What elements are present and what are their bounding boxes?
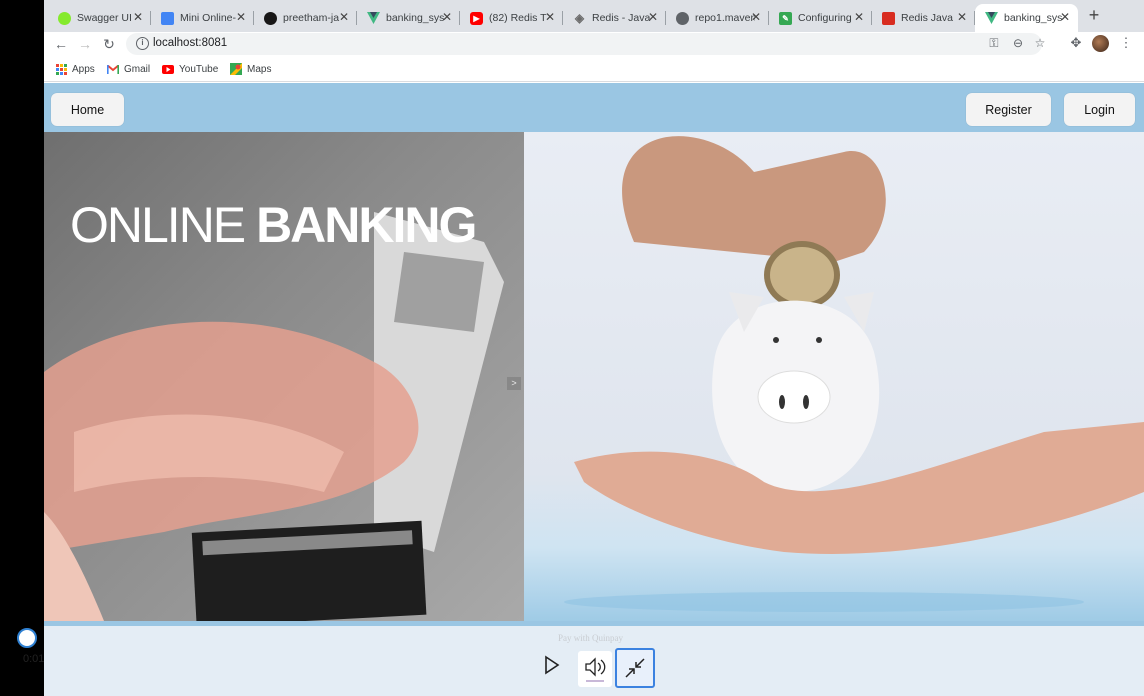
apps-grid-icon (55, 63, 67, 75)
tab-redis-java[interactable]: ◈ Redis - Java ✕ (563, 4, 666, 32)
close-icon[interactable]: ✕ (646, 10, 660, 24)
bookmark-label: YouTube (179, 63, 219, 75)
exit-fullscreen-button[interactable] (615, 648, 655, 688)
zoom-icon[interactable]: ⊖ (1010, 36, 1026, 50)
hero-piggy-bank-image (524, 132, 1144, 621)
youtube-icon: ▶ (470, 11, 483, 25)
bookmark-apps[interactable]: Apps (55, 63, 95, 75)
tab-mini-online[interactable]: Mini Online- ✕ (151, 4, 254, 32)
tab-github[interactable]: preetham-ja ✕ (254, 4, 357, 32)
timecode: 0:01 (23, 653, 45, 665)
speaker-icon (585, 657, 606, 682)
tab-banking-sys[interactable]: banking_sys ✕ (357, 4, 460, 32)
back-icon[interactable]: ← (52, 35, 70, 53)
info-icon[interactable]: i (136, 37, 149, 50)
docs-icon (161, 11, 174, 25)
tab-title: Configuring (798, 12, 852, 24)
tab-title: Swagger UI (77, 12, 132, 24)
tab-title: Redis - Java (592, 12, 651, 24)
reload-icon[interactable]: ↻ (100, 35, 118, 53)
tab-title: banking_sys (1004, 12, 1063, 24)
address-bar[interactable]: i localhost:8081 ⚿ ⊖ ☆ (126, 33, 1045, 55)
hero-title-thin: ONLINE (70, 197, 257, 253)
progress-scrubber[interactable] (17, 628, 37, 648)
diamond-icon: ◈ (574, 11, 585, 25)
tab-title: Redis Java (901, 12, 953, 24)
new-tab-button[interactable]: + (1084, 5, 1104, 26)
browser-window: Swagger UI ✕ Mini Online- ✕ preetham-ja … (44, 0, 1144, 626)
login-button[interactable]: Login (1064, 93, 1135, 126)
close-icon[interactable]: ✕ (955, 10, 969, 24)
browser-toolbar: ← → ↻ i localhost:8081 ⚿ ⊖ ☆ ✥ ⋮ (44, 32, 1144, 56)
left-black-bar (0, 0, 44, 626)
close-icon[interactable]: ✕ (234, 10, 248, 24)
web-page: Home Register Login ONLINE BANKING > (44, 83, 1144, 626)
youtube-icon (162, 63, 174, 75)
tab-maven[interactable]: repo1.maven ✕ (666, 4, 769, 32)
vue-icon (367, 12, 380, 25)
tab-configuring[interactable]: ✎ Configuring ✕ (769, 4, 872, 32)
bookmark-label: Gmail (124, 63, 151, 75)
tab-swagger[interactable]: Swagger UI ✕ (48, 4, 151, 32)
bookmark-maps[interactable]: Maps (230, 63, 271, 75)
home-button[interactable]: Home (51, 93, 124, 126)
close-icon[interactable]: ✕ (543, 10, 557, 24)
swagger-icon (58, 11, 71, 25)
maps-icon (230, 63, 242, 75)
collapse-arrows-icon (625, 658, 645, 678)
key-icon[interactable]: ⚿ (986, 36, 1002, 51)
tab-title: (82) Redis T (489, 12, 547, 24)
close-icon[interactable]: ✕ (852, 10, 866, 24)
tab-banking-sys-active[interactable]: banking_sys ✕ (975, 4, 1078, 32)
bookmarks-bar: Apps Gmail YouTube Maps (44, 57, 1144, 82)
site-navbar: Home Register Login (44, 83, 1144, 132)
slider-next-arrow[interactable]: > (507, 377, 521, 390)
tab-title: repo1.maven (695, 12, 755, 24)
tab-strip: Swagger UI ✕ Mini Online- ✕ preetham-ja … (44, 0, 1144, 32)
tab-youtube-redis[interactable]: ▶ (82) Redis T ✕ (460, 4, 563, 32)
forward-icon[interactable]: → (76, 35, 94, 53)
menu-icon[interactable]: ⋮ (1118, 35, 1134, 51)
tab-title: preetham-ja (283, 12, 340, 24)
tab-title: banking_sys (386, 12, 445, 24)
bookmark-label: Maps (247, 63, 272, 75)
video-player-bar: 0:01 Pay with Quinpay (0, 626, 1144, 696)
hero-title: ONLINE BANKING (70, 196, 477, 254)
vue-icon (985, 12, 998, 25)
tab-title: Mini Online- (180, 12, 237, 24)
play-button[interactable] (543, 655, 561, 675)
bookmark-youtube[interactable]: YouTube (162, 63, 218, 75)
piggy-bank-illustration (564, 136, 1144, 612)
star-icon[interactable]: ☆ (1032, 36, 1048, 50)
tab-redis-java-2[interactable]: Redis Java ✕ (872, 4, 975, 32)
bookmark-label: Apps (72, 63, 95, 75)
edit-icon: ✎ (779, 11, 792, 25)
bookmark-gmail[interactable]: Gmail (107, 63, 150, 75)
close-icon[interactable]: ✕ (1058, 10, 1072, 24)
gmail-icon (107, 63, 119, 75)
hero-banner: ONLINE BANKING > (44, 132, 1144, 621)
register-button[interactable]: Register (966, 93, 1051, 126)
globe-icon (676, 11, 689, 25)
close-icon[interactable]: ✕ (131, 10, 145, 24)
github-icon (264, 11, 277, 25)
pay-label: Pay with Quinpay (558, 633, 623, 643)
hero-title-bold: BANKING (256, 197, 477, 253)
hero-online-banking-image: ONLINE BANKING > (44, 132, 524, 621)
audio-button[interactable] (578, 651, 612, 687)
redis-icon (882, 11, 895, 25)
extensions-icon[interactable]: ✥ (1068, 35, 1084, 51)
close-icon[interactable]: ✕ (440, 10, 454, 24)
url-text[interactable]: localhost:8081 (153, 37, 227, 49)
close-icon[interactable]: ✕ (749, 10, 763, 24)
avatar[interactable] (1092, 35, 1109, 52)
play-icon (545, 655, 560, 675)
close-icon[interactable]: ✕ (337, 10, 351, 24)
